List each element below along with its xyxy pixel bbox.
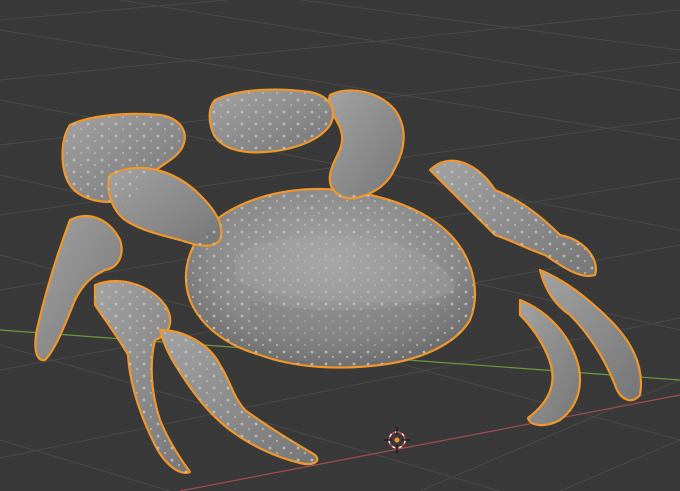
viewport-canvas[interactable] bbox=[0, 0, 680, 491]
3d-cursor-icon[interactable] bbox=[384, 427, 410, 453]
mesh-surface-detail bbox=[62, 89, 596, 473]
3d-viewport[interactable] bbox=[0, 0, 680, 491]
